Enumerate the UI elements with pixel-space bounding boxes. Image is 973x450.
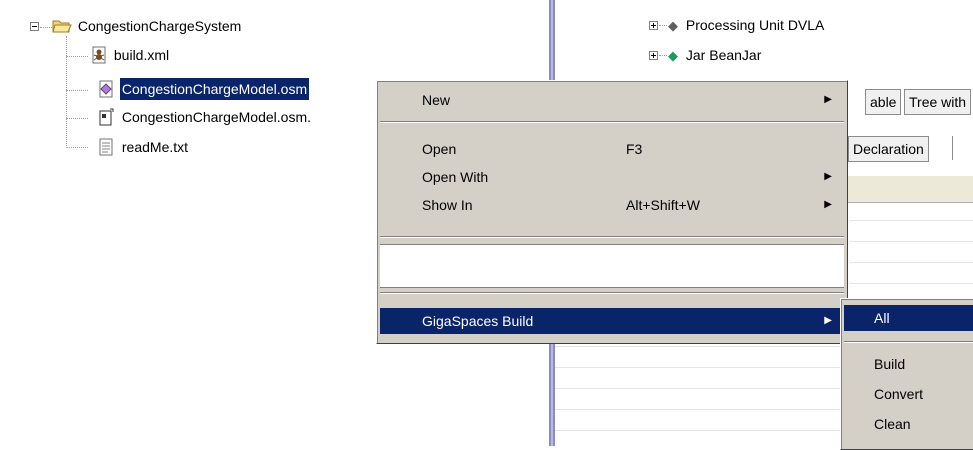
file-label: CongestionChargeModel.osm. [121,109,311,125]
menu-separator [380,121,844,123]
tree-connector [66,90,88,91]
diagram-file-icon [99,108,114,126]
submenu-arrow-icon: ▶ [824,171,832,182]
tab-table[interactable]: able [865,89,902,115]
menu-shortcut: Alt+Shift+W [626,197,700,213]
menu-item-label: Convert [874,386,924,402]
table-gridline [850,262,973,263]
menu-shortcut: F3 [626,141,643,157]
menu-item-clean[interactable]: Clean [844,411,973,437]
expand-toggle[interactable] [649,21,658,30]
tree-connector [66,36,67,148]
tree-connector [66,147,88,148]
open-folder-icon [52,20,72,33]
tree-item-processing-unit[interactable]: ◆ Processing Unit DVLA [668,14,826,36]
menu-item-new[interactable]: New ▶ [380,87,844,113]
file-label: CongestionChargeModel.osm [119,78,310,100]
model-file-icon [99,80,113,98]
tree-connector [66,56,88,57]
table-gridline [555,388,840,389]
file-label: readMe.txt [121,139,189,155]
table-gridline [555,430,840,431]
gigaspaces-build-submenu: All Build Convert Clean [840,298,973,450]
menu-blank-area [380,244,844,288]
menu-separator [844,341,973,343]
menu-item-label: Build [874,356,906,372]
menu-item-open-with[interactable]: Open With ▶ [380,164,844,190]
table-header [848,176,973,203]
menu-item-label: Open With [422,169,489,185]
submenu-arrow-icon: ▶ [824,199,832,210]
menu-item-open[interactable]: Open F3 [380,136,844,162]
tree-item-file[interactable]: CongestionChargeModel.osm. [96,106,313,128]
table-gridline [850,220,973,221]
menu-item-show-in[interactable]: Show In Alt+Shift+W ▶ [380,192,844,218]
context-menu: New ▶ Open F3 Open With ▶ Show In Alt+Sh… [376,80,848,344]
tree-item-file[interactable]: build.xml [90,44,171,66]
menu-separator [380,236,844,238]
tree-item-jar[interactable]: ◆ Jar BeanJar [668,44,763,66]
menu-item-all[interactable]: All [844,305,973,331]
table-gridline [555,409,840,410]
submenu-arrow-icon: ▶ [824,315,832,326]
table-gridline [850,283,973,284]
tree-connector [659,55,667,56]
submenu-arrow-icon: ▶ [824,94,832,105]
menu-item-convert[interactable]: Convert [844,381,973,407]
menu-item-label: New [422,92,451,108]
table-gridline [555,367,840,368]
tab-declaration[interactable]: Declaration [848,136,929,162]
menu-item-gigaspaces-build[interactable]: GigaSpaces Build ▶ [380,308,844,334]
table-gridline [850,241,973,242]
tab-icon [952,136,965,160]
project-label: CongestionChargeSystem [77,18,242,34]
green-diamond-icon: ◆ [668,48,678,63]
tab-tree-with[interactable]: Tree with [904,89,972,115]
text-file-icon [99,138,113,156]
menu-separator [380,292,844,294]
tree-item-label: Processing Unit DVLA [685,17,825,33]
file-label: build.xml [113,47,170,63]
tree-connector [40,27,52,28]
collapse-toggle[interactable] [30,22,39,31]
menu-item-build[interactable]: Build [844,351,973,377]
tree-connector [659,25,667,26]
tree-connector [66,118,88,119]
tree-item-file[interactable]: readMe.txt [96,136,190,158]
tree-item-label: Jar BeanJar [685,47,762,63]
menu-item-label: GigaSpaces Build [422,313,534,329]
menu-item-label: All [874,310,890,326]
menu-item-label: Open [422,141,457,157]
ant-build-file-icon [92,46,106,64]
menu-item-label: Show In [422,197,473,213]
menu-item-label: Clean [874,416,911,432]
expand-toggle[interactable] [649,51,658,60]
tree-item-file-selected[interactable]: CongestionChargeModel.osm [96,78,310,100]
diamond-icon: ◆ [668,18,678,33]
table-gridline [555,346,840,347]
tree-item-project[interactable]: CongestionChargeSystem [52,15,243,37]
